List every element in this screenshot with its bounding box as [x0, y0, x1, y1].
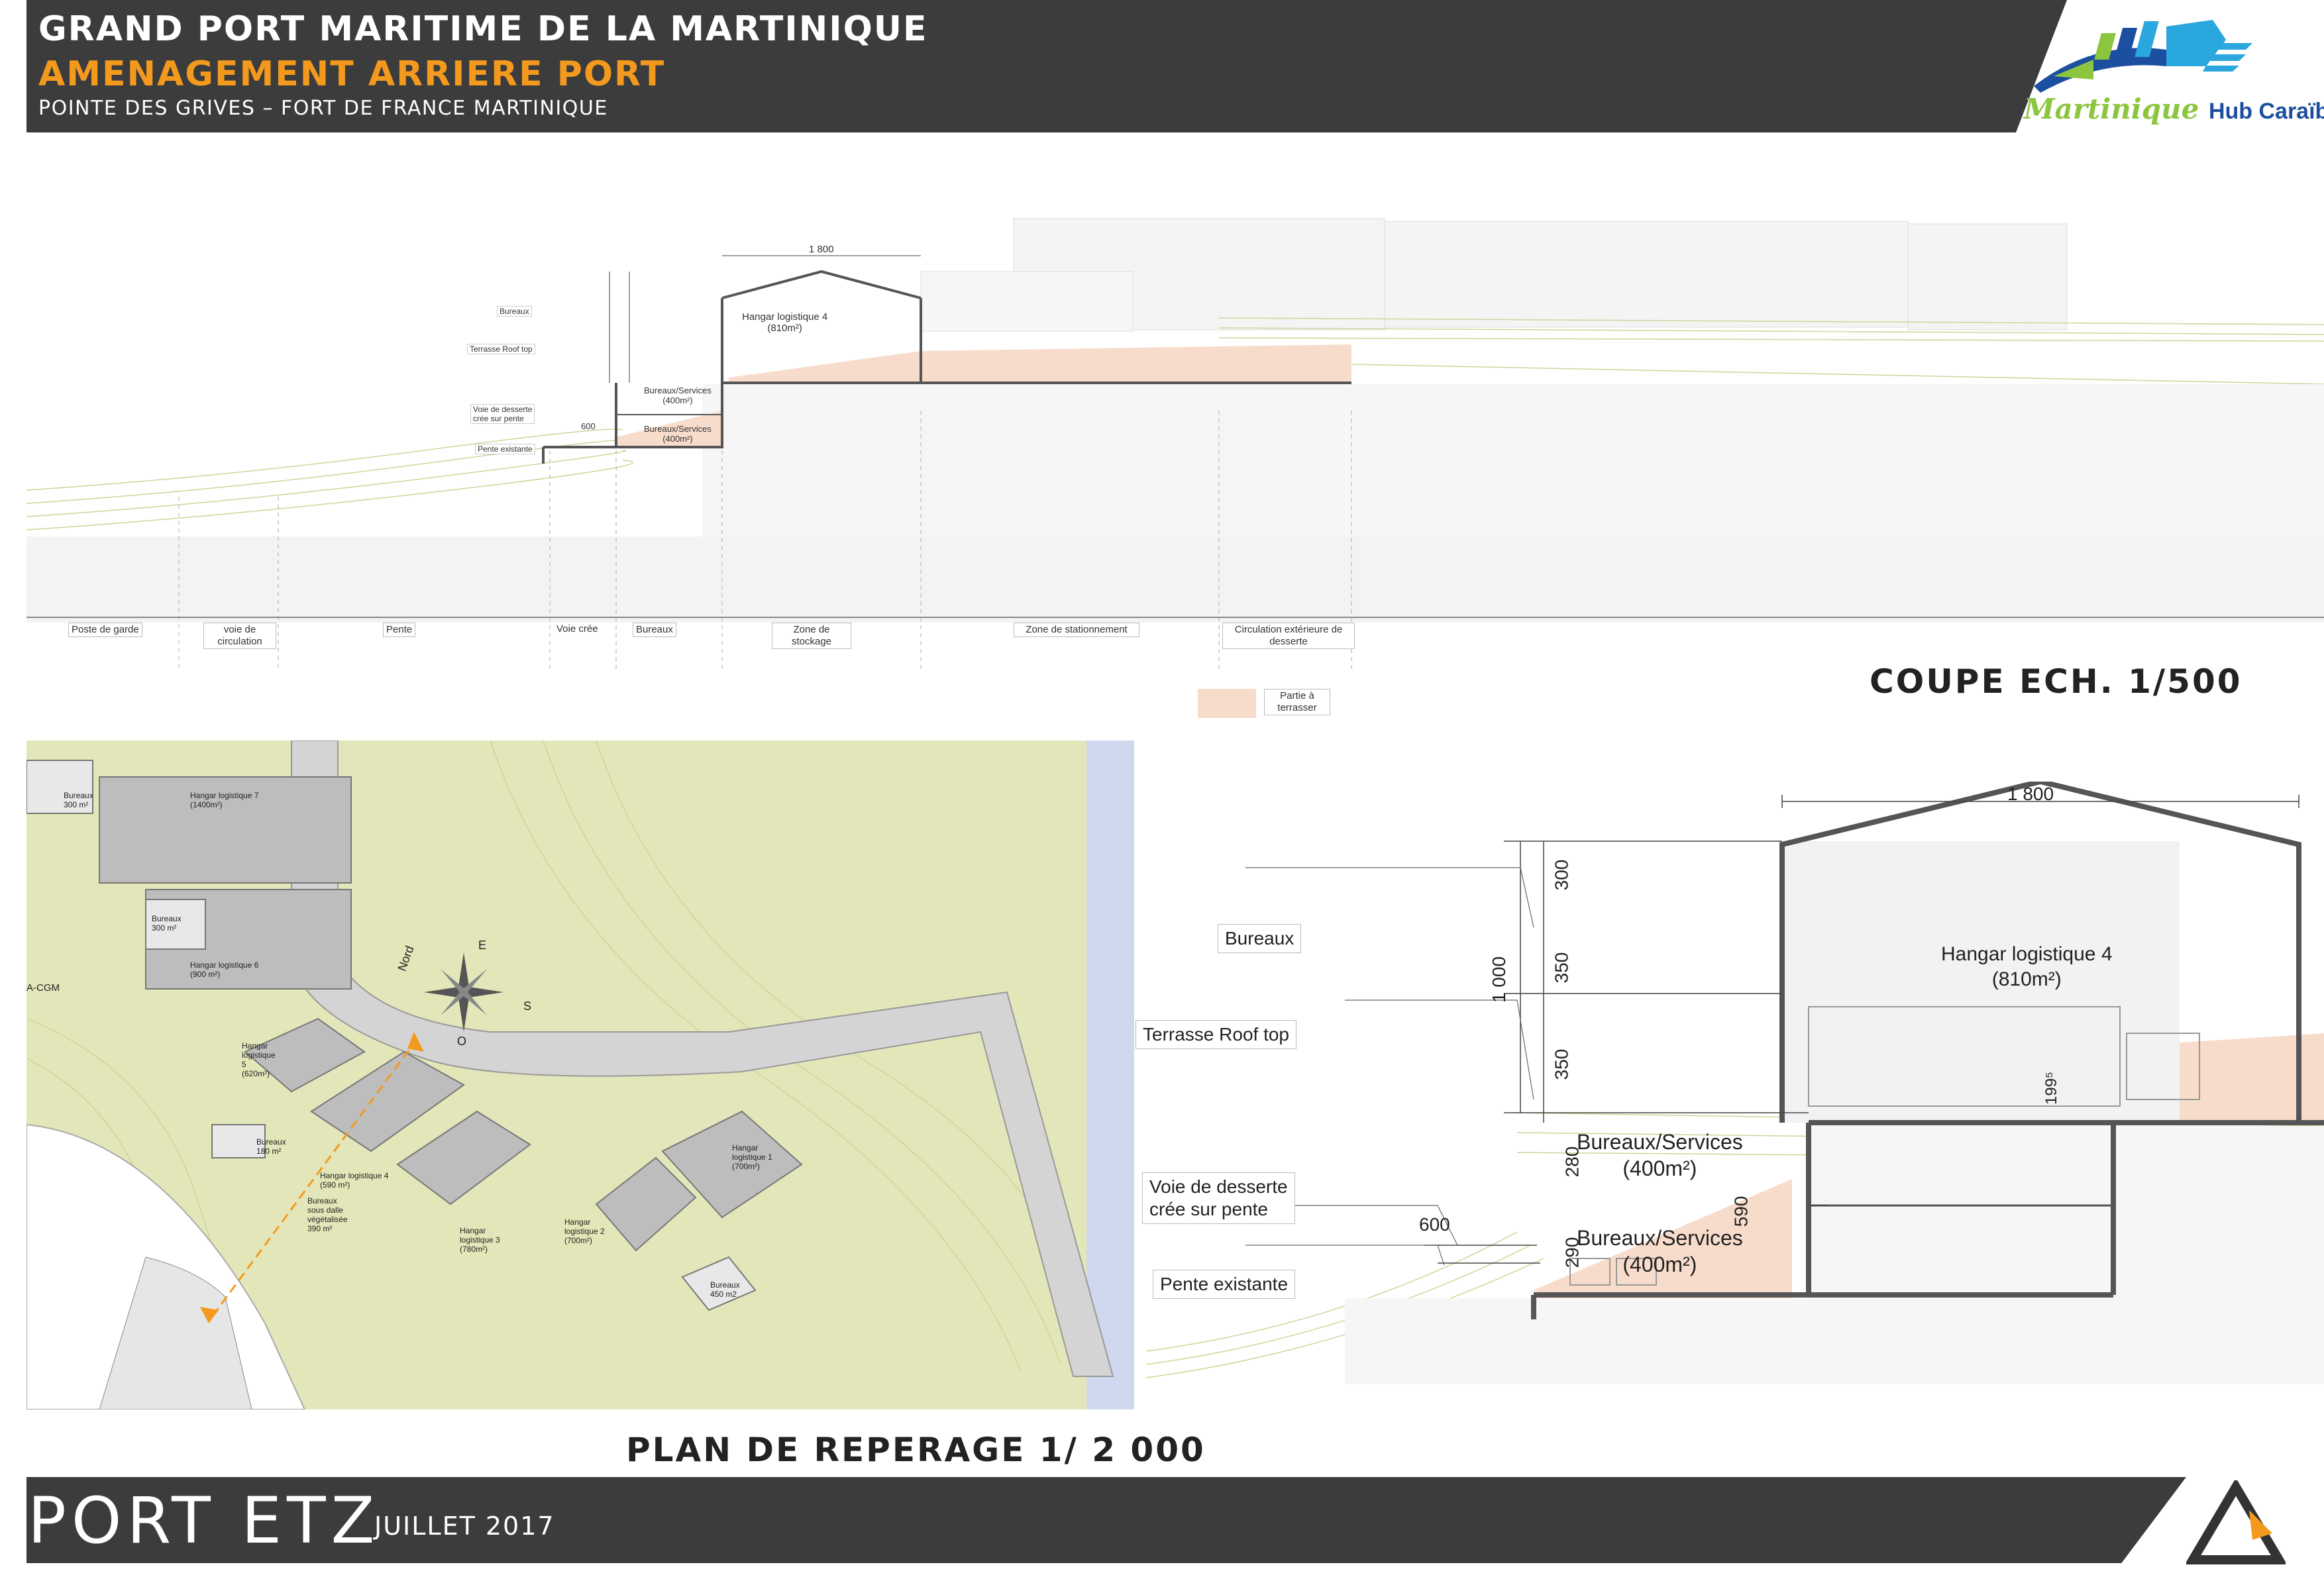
footer-project-name: PORT ETZ — [28, 1484, 380, 1558]
detail-dim-300: 300 — [1551, 859, 1572, 891]
coupe-dim-600: 600 — [581, 421, 596, 431]
coupe-offices-lower: Bureaux/Services (400m²) — [644, 424, 712, 444]
plan-building-hangar-6: Hangar logistique 6 (900 m²) — [190, 960, 259, 979]
detail-dim-600: 600 — [1419, 1214, 1450, 1235]
plan-building-bureaux-vegetalisee: Bureaux sous dalle végétalisée 390 m² — [307, 1196, 348, 1233]
zone-circulation-exterieure: Circulation extérieure de desserte — [1222, 623, 1355, 649]
plan-building-hangar-3: Hangar logistique 3 (780m²) — [460, 1226, 500, 1254]
coupe-caption: COUPE ECH. 1/500 — [1870, 662, 2243, 701]
plan-building-hangar-1: Hangar logistique 1 (700m²) — [732, 1143, 772, 1171]
detail-dim-1000: 1 000 — [1489, 956, 1510, 1003]
zone-voie-cree: Voie crée — [554, 623, 601, 636]
detail-dim-350a: 350 — [1551, 952, 1572, 984]
compass-west-label: O — [457, 1035, 467, 1048]
detail-section-drawing — [1146, 782, 2324, 1384]
detail-hangar-label: Hangar logistique 4 (810m²) — [1941, 943, 2113, 990]
coupe-callout-terrasse: Terrasse Roof top — [467, 344, 535, 354]
coupe-callout-voie: Voie de desserte crée sur pente — [470, 404, 535, 424]
zone-voie-de-circulation: voie de circulation — [203, 623, 276, 649]
zone-stockage: Zone de stockage — [772, 623, 851, 649]
project-subtitle: AMENAGEMENT ARRIERE PORT — [38, 54, 666, 94]
compass-east-label: E — [478, 939, 487, 952]
logo-wordmark: Martinique Hub Caraïbe — [2024, 93, 2324, 125]
coupe-callout-bureaux: Bureaux — [497, 306, 532, 317]
coupe-offices-upper: Bureaux/Services (400m²) — [644, 385, 712, 405]
coupe-callout-pente: Pente existante — [475, 444, 535, 454]
site-plan — [26, 741, 1134, 1409]
plan-neighbour-label: A-CGM — [26, 982, 60, 994]
detail-callout-bureaux: Bureaux — [1218, 924, 1302, 953]
zone-bureaux: Bureaux — [633, 623, 676, 637]
plan-building-bureaux-1: Bureaux 300 m² — [64, 791, 93, 809]
detail-dimension-top: 1 800 — [2007, 784, 2054, 804]
compass-south-label: S — [523, 999, 532, 1013]
plan-building-hangar-2: Hangar logistique 2 (700m²) — [564, 1217, 605, 1245]
plan-building-hangar-5: Hangar logistique 5 (620m²) — [242, 1041, 276, 1078]
legend-label-terrasser: Partie à terrasser — [1264, 689, 1330, 715]
plan-caption: PLAN DE REPERAGE 1/ 2 000 — [626, 1431, 1206, 1469]
detail-callout-pente: Pente existante — [1153, 1270, 1296, 1299]
detail-callout-terrasse: Terrasse Roof top — [1136, 1020, 1296, 1049]
coupe-dimension-top: 1 800 — [809, 244, 834, 255]
project-title: GRAND PORT MARITIME DE LA MARTINIQUE — [38, 9, 928, 49]
architect-logo — [2186, 1480, 2286, 1564]
coupe-hangar-label: Hangar logistique 4 (810m²) — [742, 311, 828, 334]
detail-offices-lower: Bureaux/Services (400m²) — [1577, 1226, 1743, 1276]
legend-swatch-terrasser — [1198, 689, 1256, 718]
zone-poste-de-garde: Poste de garde — [68, 623, 142, 637]
detail-dim-199: 199⁵ — [2042, 1072, 2060, 1105]
plan-building-hangar-7: Hangar logistique 7 (1400m²) — [190, 791, 259, 809]
detail-offices-upper: Bureaux/Services (400m²) — [1577, 1130, 1743, 1180]
zone-stationnement: Zone de stationnement — [1014, 623, 1139, 637]
plan-building-hangar-4: Hangar logistique 4 (590 m²) — [320, 1171, 389, 1190]
project-location: POINTE DES GRIVES – FORT DE FRANCE MARTI… — [38, 97, 608, 120]
coupe-section-drawing — [26, 218, 2324, 669]
footer-date: JUILLET 2017 — [374, 1511, 555, 1541]
plan-building-bureaux-3: Bureaux 180 m² — [256, 1137, 286, 1156]
plan-building-bureaux-4: Bureaux 450 m2 — [710, 1280, 740, 1299]
zone-pente: Pente — [383, 623, 416, 637]
plan-building-bureaux-2: Bureaux 300 m² — [152, 914, 182, 933]
detail-dim-350b: 350 — [1551, 1048, 1572, 1080]
detail-callout-voie: Voie de desserte crée sur pente — [1142, 1172, 1295, 1224]
